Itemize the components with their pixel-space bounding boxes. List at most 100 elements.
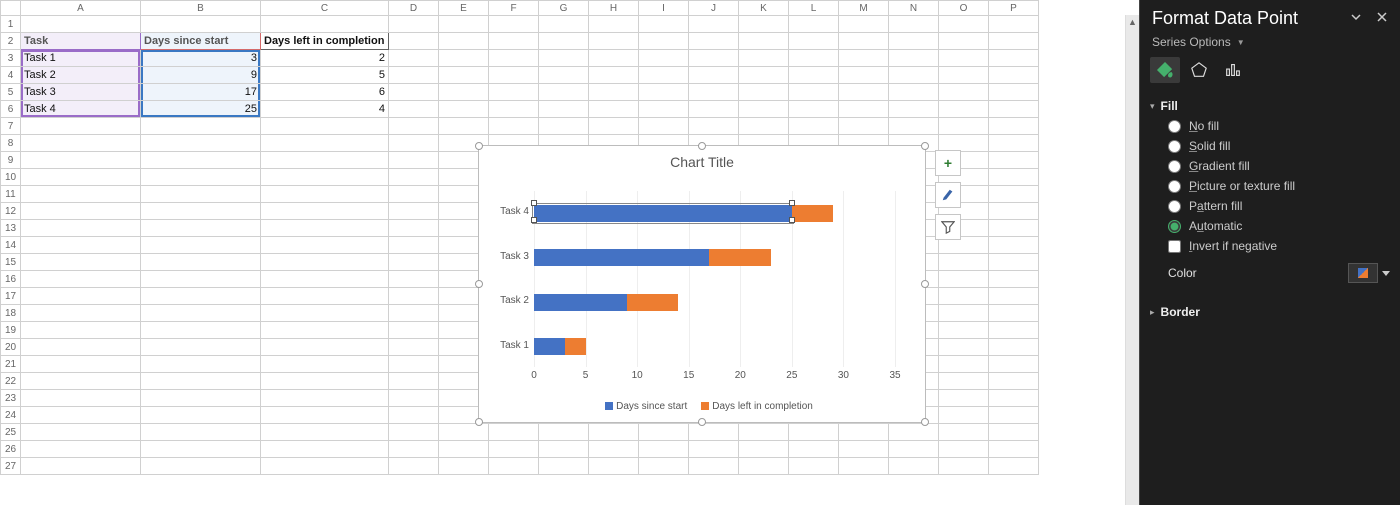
row-header[interactable]: 21 bbox=[1, 356, 21, 373]
cell[interactable] bbox=[389, 152, 439, 169]
cell[interactable] bbox=[939, 50, 989, 67]
cell[interactable] bbox=[21, 322, 141, 339]
cell[interactable] bbox=[489, 67, 539, 84]
cell[interactable] bbox=[639, 101, 689, 118]
cell[interactable] bbox=[939, 271, 989, 288]
cell[interactable] bbox=[21, 118, 141, 135]
cell[interactable] bbox=[789, 16, 839, 33]
radio-input[interactable] bbox=[1168, 120, 1181, 133]
cell[interactable] bbox=[261, 254, 389, 271]
cell[interactable] bbox=[739, 441, 789, 458]
chart-elements-button[interactable]: + bbox=[935, 150, 961, 176]
cell[interactable] bbox=[639, 16, 689, 33]
cell[interactable] bbox=[141, 288, 261, 305]
row-header[interactable]: 6 bbox=[1, 101, 21, 118]
cell[interactable] bbox=[639, 458, 689, 475]
cell[interactable] bbox=[539, 458, 589, 475]
cell[interactable] bbox=[439, 424, 489, 441]
cell[interactable] bbox=[939, 322, 989, 339]
cell[interactable] bbox=[889, 441, 939, 458]
row-header[interactable]: 25 bbox=[1, 424, 21, 441]
cell[interactable] bbox=[939, 390, 989, 407]
cell[interactable] bbox=[21, 203, 141, 220]
cell[interactable] bbox=[141, 322, 261, 339]
cell[interactable] bbox=[939, 441, 989, 458]
row-header[interactable]: 7 bbox=[1, 118, 21, 135]
cell[interactable] bbox=[839, 50, 889, 67]
cell[interactable] bbox=[389, 458, 439, 475]
cell[interactable] bbox=[389, 169, 439, 186]
legend-label[interactable]: Days since start bbox=[616, 401, 687, 412]
cell[interactable] bbox=[989, 16, 1039, 33]
row-header[interactable]: 26 bbox=[1, 441, 21, 458]
fill-section-header[interactable]: ▾ Fill bbox=[1140, 93, 1400, 119]
cell[interactable] bbox=[739, 118, 789, 135]
cell[interactable] bbox=[789, 441, 839, 458]
cell[interactable] bbox=[21, 424, 141, 441]
resize-handle[interactable] bbox=[921, 280, 929, 288]
radio-input[interactable] bbox=[1168, 180, 1181, 193]
cell[interactable] bbox=[689, 458, 739, 475]
cell[interactable] bbox=[989, 118, 1039, 135]
cell[interactable]: 3 bbox=[141, 50, 261, 67]
cell[interactable]: Task 3 bbox=[21, 84, 141, 101]
row-header[interactable]: 23 bbox=[1, 390, 21, 407]
cell[interactable] bbox=[939, 288, 989, 305]
cell[interactable] bbox=[389, 254, 439, 271]
column-header[interactable]: H bbox=[589, 1, 639, 16]
cell[interactable] bbox=[141, 271, 261, 288]
cell[interactable] bbox=[489, 16, 539, 33]
cell[interactable] bbox=[739, 16, 789, 33]
cell[interactable] bbox=[489, 50, 539, 67]
cell[interactable] bbox=[389, 67, 439, 84]
cell[interactable] bbox=[739, 33, 789, 50]
fill-option-pat[interactable]: Pattern fill bbox=[1168, 199, 1390, 213]
cell[interactable] bbox=[889, 84, 939, 101]
cell[interactable] bbox=[589, 424, 639, 441]
cell[interactable] bbox=[539, 118, 589, 135]
pane-options-button[interactable] bbox=[1350, 11, 1362, 26]
resize-handle[interactable] bbox=[698, 418, 706, 426]
cell[interactable] bbox=[989, 33, 1039, 50]
cell[interactable] bbox=[989, 254, 1039, 271]
border-section-header[interactable]: ▸ Border bbox=[1140, 299, 1400, 325]
column-header[interactable]: L bbox=[789, 1, 839, 16]
row-header[interactable]: 17 bbox=[1, 288, 21, 305]
column-header[interactable]: A bbox=[21, 1, 141, 16]
row-header[interactable]: 11 bbox=[1, 186, 21, 203]
cell[interactable] bbox=[389, 33, 439, 50]
chart-styles-button[interactable] bbox=[935, 182, 961, 208]
cell[interactable] bbox=[141, 220, 261, 237]
cell[interactable] bbox=[141, 16, 261, 33]
cell[interactable] bbox=[21, 220, 141, 237]
cell[interactable] bbox=[989, 288, 1039, 305]
cell[interactable]: 6 bbox=[261, 84, 389, 101]
cell[interactable] bbox=[489, 101, 539, 118]
cell[interactable] bbox=[21, 356, 141, 373]
row-header[interactable]: 3 bbox=[1, 50, 21, 67]
cell[interactable] bbox=[989, 84, 1039, 101]
cell[interactable] bbox=[389, 118, 439, 135]
cell[interactable] bbox=[389, 322, 439, 339]
cell[interactable] bbox=[989, 390, 1039, 407]
cell[interactable]: 5 bbox=[261, 67, 389, 84]
fill-option-auto[interactable]: Automatic bbox=[1168, 219, 1390, 233]
chart-bar-segment[interactable] bbox=[534, 249, 709, 266]
cell[interactable] bbox=[839, 118, 889, 135]
cell[interactable] bbox=[639, 118, 689, 135]
cell[interactable]: Task 1 bbox=[21, 50, 141, 67]
cell[interactable] bbox=[689, 16, 739, 33]
cell[interactable] bbox=[539, 16, 589, 33]
cell[interactable] bbox=[389, 237, 439, 254]
cell[interactable] bbox=[389, 186, 439, 203]
cell[interactable] bbox=[839, 67, 889, 84]
chart-filters-button[interactable] bbox=[935, 214, 961, 240]
cell[interactable]: Task bbox=[21, 33, 141, 50]
cell[interactable] bbox=[21, 288, 141, 305]
cell[interactable] bbox=[261, 424, 389, 441]
cell[interactable] bbox=[739, 67, 789, 84]
cell[interactable] bbox=[839, 84, 889, 101]
cell[interactable] bbox=[141, 390, 261, 407]
row-header[interactable]: 10 bbox=[1, 169, 21, 186]
cell[interactable] bbox=[989, 373, 1039, 390]
